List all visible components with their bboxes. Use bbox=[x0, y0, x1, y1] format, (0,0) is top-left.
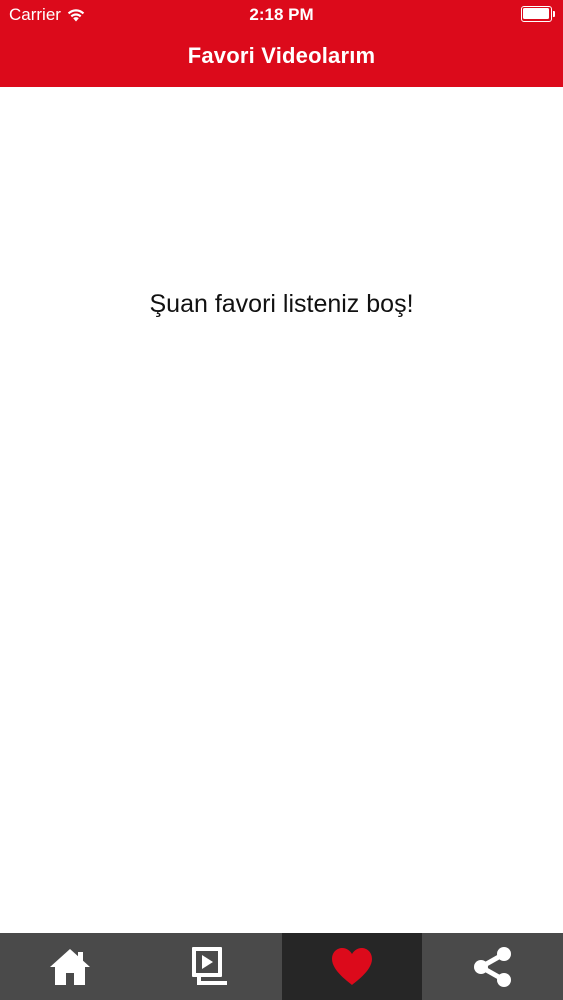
share-icon bbox=[471, 945, 515, 989]
status-time: 2:18 PM bbox=[249, 5, 314, 24]
video-library-icon bbox=[189, 945, 233, 989]
tab-bar bbox=[0, 933, 563, 1000]
tab-favorites[interactable] bbox=[281, 933, 423, 1000]
tab-videos[interactable] bbox=[141, 933, 282, 1000]
tab-share[interactable] bbox=[422, 933, 563, 1000]
favorites-screen: Carrier 2:18 PM Favori Videolarım Şuan f… bbox=[0, 0, 563, 1000]
battery-icon bbox=[521, 6, 555, 22]
status-bar: Carrier 2:18 PM bbox=[0, 0, 563, 30]
home-icon bbox=[48, 945, 92, 989]
tab-home[interactable] bbox=[0, 933, 141, 1000]
page-title: Favori Videolarım bbox=[187, 43, 376, 68]
heart-icon bbox=[330, 945, 374, 989]
header: Carrier 2:18 PM Favori Videolarım bbox=[0, 0, 563, 87]
empty-favorites-message: Şuan favori listeniz boş! bbox=[149, 290, 414, 318]
